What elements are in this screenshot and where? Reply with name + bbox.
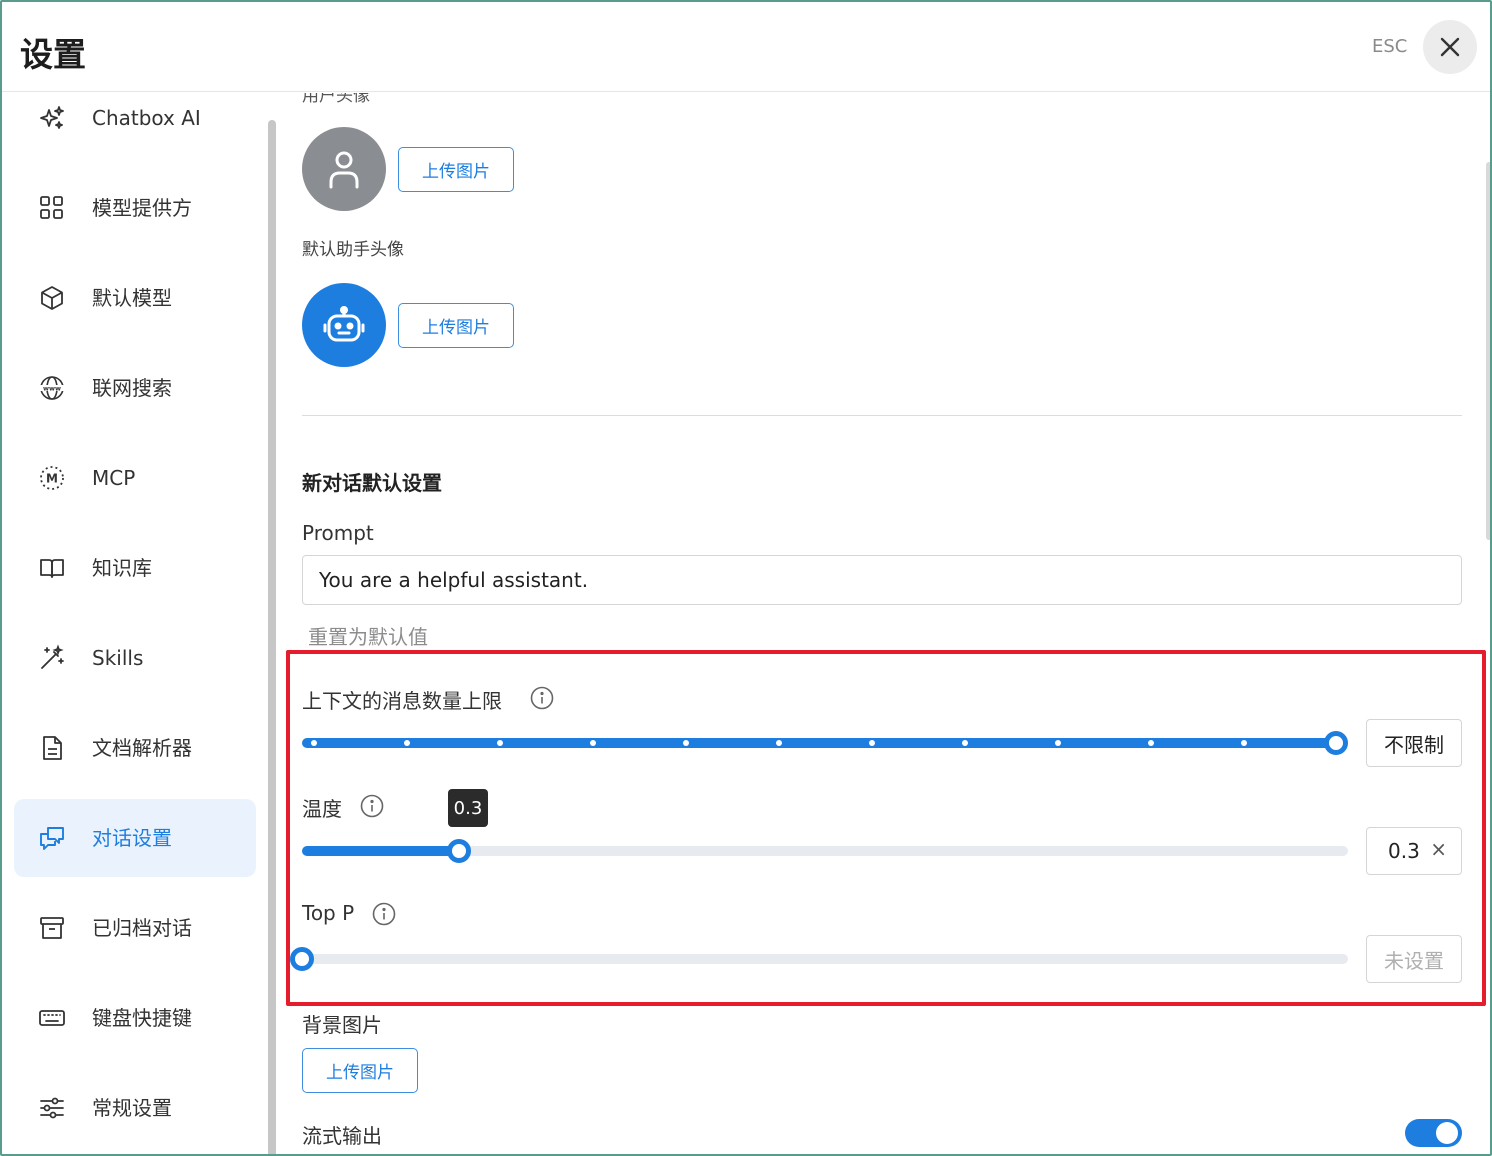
settings-window: 设置 ESC Chatbox AI 模型提供方 默认模型 www 联网搜索 M … (0, 0, 1492, 1156)
grid-icon (40, 196, 63, 219)
slider-tick (776, 740, 782, 746)
user-icon (329, 151, 359, 189)
cube-icon (41, 286, 63, 310)
top-p-slider[interactable] (302, 954, 1348, 964)
temperature-label: 温度 (302, 797, 342, 821)
sidebar-item-label: 联网搜索 (92, 376, 172, 400)
user-avatar (302, 127, 386, 211)
temperature-tooltip: 0.3 (448, 789, 488, 827)
sidebar-item-label: 已归档对话 (92, 916, 192, 940)
sparkle-icon (40, 106, 64, 129)
temperature-slider-thumb[interactable] (446, 839, 471, 863)
info-icon[interactable] (372, 902, 396, 926)
sidebar-item-label: 默认模型 (92, 286, 172, 310)
sidebar-item-document-parser[interactable]: 文档解析器 (14, 709, 256, 787)
esc-hint: ESC (1372, 36, 1408, 57)
close-button[interactable] (1423, 20, 1477, 74)
chat-settings-panel: 用户头像 上传图片 默认助手头像 上传图片 新对话默认设置 Prompt 重置为… (278, 93, 1488, 1154)
sidebar-item-label: MCP (92, 466, 136, 490)
globe-www-icon: www (40, 376, 64, 400)
slider-tick (311, 740, 317, 746)
assistant-avatar (302, 283, 386, 367)
sidebar-item-web-search[interactable]: www 联网搜索 (14, 349, 256, 427)
slider-tick (590, 740, 596, 746)
context-limit-slider-fill (302, 738, 1336, 748)
close-icon (1440, 37, 1460, 57)
slider-tick (962, 740, 968, 746)
section-divider (302, 415, 1462, 416)
sidebar-item-archived-chats[interactable]: 已归档对话 (14, 889, 256, 967)
section-title: 新对话默认设置 (302, 471, 442, 495)
prompt-label: Prompt (302, 521, 374, 545)
sidebar-item-knowledge-base[interactable]: 知识库 (14, 529, 256, 607)
svg-text:www: www (43, 385, 61, 393)
assistant-avatar-label: 默认助手头像 (302, 240, 404, 260)
top-p-input[interactable]: 未设置 (1366, 935, 1462, 983)
slider-tick (497, 740, 503, 746)
slider-tick (1148, 740, 1154, 746)
book-icon (40, 559, 64, 578)
top-p-label: Top P (302, 901, 355, 925)
sidebar-item-skills[interactable]: Skills (14, 619, 256, 697)
sidebar-item-default-model[interactable]: 默认模型 (14, 259, 256, 337)
archive-icon (40, 917, 64, 939)
chat-bubbles-icon (40, 827, 64, 850)
sidebar-item-chatbox-ai[interactable]: Chatbox AI (14, 79, 256, 157)
sidebar-item-keyboard-shortcuts[interactable]: 键盘快捷键 (14, 979, 256, 1057)
context-limit-label: 上下文的消息数量上限 (302, 689, 502, 713)
magic-wand-icon (41, 644, 64, 669)
top-p-slider-thumb[interactable] (290, 947, 314, 971)
settings-sidebar: Chatbox AI 模型提供方 默认模型 www 联网搜索 M MCP 知识库… (2, 92, 272, 1154)
robot-icon (323, 306, 365, 342)
user-avatar-label: 用户头像 (302, 93, 370, 106)
reset-prompt-link[interactable]: 重置为默认值 (308, 621, 428, 650)
sidebar-item-label: 模型提供方 (92, 196, 192, 220)
context-limit-slider[interactable] (302, 738, 1336, 748)
slider-tick (869, 740, 875, 746)
sidebar-item-label: Chatbox AI (92, 106, 201, 130)
upload-assistant-avatar-button[interactable]: 上传图片 (398, 303, 514, 348)
sidebar-item-label: 常规设置 (92, 1096, 172, 1120)
context-limit-slider-thumb[interactable] (1324, 731, 1348, 755)
clear-temperature-button[interactable]: × (1430, 837, 1447, 861)
sidebar-item-label: 知识库 (92, 556, 152, 580)
slider-tick (683, 740, 689, 746)
sidebar-item-label: 对话设置 (92, 826, 172, 850)
sidebar-item-general-settings[interactable]: 常规设置 (14, 1069, 256, 1147)
sidebar-item-chat-settings[interactable]: 对话设置 (14, 799, 256, 877)
context-limit-value[interactable]: 不限制 (1366, 719, 1462, 767)
sliders-icon (40, 1097, 64, 1119)
mcp-icon: M (40, 466, 64, 490)
sidebar-item-model-providers[interactable]: 模型提供方 (14, 169, 256, 247)
slider-tick (1055, 740, 1061, 746)
upload-user-avatar-button[interactable]: 上传图片 (398, 147, 514, 192)
slider-tick (404, 740, 410, 746)
sidebar-item-mcp[interactable]: M MCP (14, 439, 256, 517)
main-scrollbar[interactable] (1486, 162, 1490, 540)
info-icon[interactable] (530, 686, 554, 710)
temperature-input[interactable]: 0.3 × (1366, 827, 1462, 875)
svg-text:M: M (46, 472, 58, 486)
document-icon (43, 736, 62, 760)
prompt-input[interactable] (302, 555, 1462, 605)
stream-output-label: 流式输出 (302, 1124, 382, 1148)
toggle-knob (1436, 1122, 1458, 1144)
sidebar-item-label: 键盘快捷键 (92, 1006, 192, 1030)
stream-output-toggle[interactable] (1405, 1119, 1462, 1147)
temperature-value: 0.3 (1388, 839, 1420, 863)
sidebar-scrollbar[interactable] (268, 120, 276, 1154)
upload-background-button[interactable]: 上传图片 (302, 1048, 418, 1093)
temperature-slider-fill (302, 846, 459, 856)
sidebar-item-label: Skills (92, 646, 144, 670)
sidebar-item-label: 文档解析器 (92, 736, 192, 760)
keyboard-icon (39, 1010, 65, 1026)
background-image-label: 背景图片 (302, 1013, 382, 1037)
slider-tick (1241, 740, 1247, 746)
info-icon[interactable] (360, 794, 384, 818)
page-title: 设置 (20, 35, 86, 74)
